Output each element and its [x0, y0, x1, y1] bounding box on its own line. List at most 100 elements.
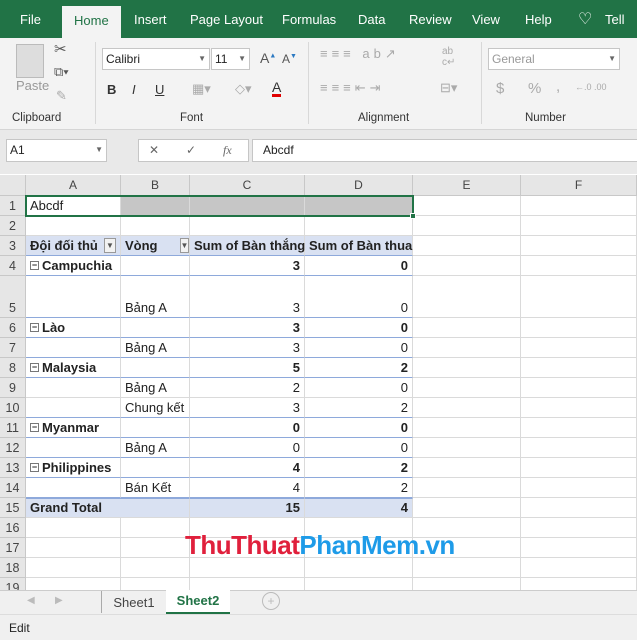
pivot-goals-for-cell[interactable]: 4	[190, 458, 305, 478]
cell[interactable]	[521, 378, 637, 398]
tab-review[interactable]: Review	[409, 0, 452, 38]
grand-total-goals-for[interactable]: 15	[190, 498, 305, 518]
pivot-round-cell[interactable]: Bảng A	[121, 438, 190, 458]
font-name-select[interactable]: Calibri ▼	[102, 48, 210, 70]
cell[interactable]	[521, 216, 637, 236]
tab-home[interactable]: Home	[62, 6, 121, 38]
collapse-icon[interactable]: −	[30, 323, 39, 332]
cell[interactable]	[521, 418, 637, 438]
cell[interactable]	[305, 216, 413, 236]
pivot-round-cell[interactable]: Bảng A	[121, 276, 190, 318]
vertical-align-icons[interactable]: ≡≡≡ ab↗	[320, 46, 400, 62]
pivot-team-cell[interactable]: − Lào	[26, 318, 121, 338]
cell[interactable]	[121, 538, 190, 558]
cell[interactable]	[305, 196, 413, 216]
borders-icon[interactable]: ▦▾	[192, 81, 211, 97]
cell[interactable]	[521, 236, 637, 256]
cell[interactable]	[413, 216, 521, 236]
currency-button[interactable]: $	[496, 80, 504, 97]
cell[interactable]	[521, 538, 637, 558]
pivot-cell[interactable]	[26, 478, 121, 498]
pivot-team-cell[interactable]: − Myanmar	[26, 418, 121, 438]
cell[interactable]	[413, 478, 521, 498]
cell[interactable]	[305, 558, 413, 578]
cell[interactable]	[121, 196, 190, 216]
increase-font-icon[interactable]: A▲	[260, 50, 276, 66]
wrap-text-icon[interactable]: ab c↵	[442, 46, 455, 68]
pivot-goals-for-cell[interactable]: 5	[190, 358, 305, 378]
cut-icon[interactable]: ✂	[54, 40, 67, 58]
format-painter-icon[interactable]: ✎	[56, 88, 67, 104]
cell[interactable]	[413, 458, 521, 478]
decrease-font-icon[interactable]: A▼	[282, 52, 297, 66]
row-header-1[interactable]: 1	[0, 196, 26, 216]
row-header-7[interactable]: 7	[0, 338, 26, 358]
cell[interactable]	[190, 196, 305, 216]
cell[interactable]	[413, 236, 521, 256]
fill-handle[interactable]	[410, 213, 416, 219]
fill-color-icon[interactable]: ◇▾	[235, 81, 252, 97]
tab-view[interactable]: View	[472, 0, 500, 38]
cell[interactable]	[413, 338, 521, 358]
cell[interactable]	[413, 276, 521, 318]
pivot-goals-for-cell[interactable]: 3	[190, 276, 305, 318]
add-sheet-icon[interactable]: +	[262, 592, 280, 610]
cell[interactable]	[521, 518, 637, 538]
row-header-9[interactable]: 9	[0, 378, 26, 398]
row-header-10[interactable]: 10	[0, 398, 26, 418]
pivot-goals-against-cell[interactable]: 0	[305, 318, 413, 338]
cell-a1[interactable]: Abcdf	[26, 196, 121, 216]
cell[interactable]	[190, 578, 305, 590]
pivot-goals-against-cell[interactable]: 0	[305, 438, 413, 458]
row-header-19[interactable]: 19	[0, 578, 26, 590]
cell[interactable]	[190, 558, 305, 578]
row-header-12[interactable]: 12	[0, 438, 26, 458]
cell[interactable]	[521, 196, 637, 216]
cell[interactable]	[413, 498, 521, 518]
pivot-round-cell[interactable]	[121, 256, 190, 276]
worksheet-grid[interactable]: A B C D E F 1 2 3 4 5 6 7 8 9 10 11 12 13 14 15 16 17 18 19 Abcdf…	[0, 175, 637, 590]
row-header-17[interactable]: 17	[0, 538, 26, 558]
pivot-goals-against-cell[interactable]: 2	[305, 478, 413, 498]
row-header-14[interactable]: 14	[0, 478, 26, 498]
pivot-cell[interactable]	[26, 398, 121, 418]
cell[interactable]	[121, 518, 190, 538]
pivot-goals-for-cell[interactable]: 3	[190, 256, 305, 276]
row-header-18[interactable]: 18	[0, 558, 26, 578]
sheet-tab-sheet2[interactable]: Sheet2	[166, 590, 230, 614]
row-header-8[interactable]: 8	[0, 358, 26, 378]
pivot-goals-against-cell[interactable]: 0	[305, 338, 413, 358]
row-header-4[interactable]: 4	[0, 256, 26, 276]
tell-me-search[interactable]: Tell m	[605, 0, 637, 67]
pivot-goals-against-cell[interactable]: 0	[305, 256, 413, 276]
cell[interactable]	[413, 438, 521, 458]
column-header-f[interactable]: F	[521, 175, 637, 196]
filter-dropdown-icon[interactable]: ▼	[103, 238, 116, 253]
cell[interactable]	[190, 216, 305, 236]
pivot-header-2[interactable]: Sum of Bàn thắng	[190, 236, 305, 256]
pivot-header-1[interactable]: Vòng ▼	[121, 236, 190, 256]
pivot-cell[interactable]	[26, 276, 121, 318]
collapse-icon[interactable]: −	[30, 463, 39, 472]
font-size-select[interactable]: 11 ▼	[211, 48, 250, 70]
pivot-round-cell[interactable]	[121, 318, 190, 338]
column-header-a[interactable]: A	[26, 175, 121, 196]
pivot-goals-against-cell[interactable]: 2	[305, 358, 413, 378]
cell[interactable]	[413, 578, 521, 590]
cell[interactable]	[521, 256, 637, 276]
formula-input[interactable]: Abcdf	[252, 139, 637, 162]
row-header-15[interactable]: 15	[0, 498, 26, 518]
pivot-round-cell[interactable]	[121, 458, 190, 478]
column-header-d[interactable]: D	[305, 175, 413, 196]
tab-help[interactable]: Help	[525, 0, 552, 38]
tab-formulas[interactable]: Formulas	[282, 0, 336, 38]
cell[interactable]	[521, 578, 637, 590]
select-all-corner[interactable]	[0, 175, 26, 196]
row-header-11[interactable]: 11	[0, 418, 26, 438]
cell[interactable]	[26, 538, 121, 558]
percent-button[interactable]: %	[528, 80, 541, 97]
cell[interactable]	[121, 216, 190, 236]
italic-button[interactable]: I	[132, 82, 136, 97]
column-header-c[interactable]: C	[190, 175, 305, 196]
cell[interactable]	[121, 558, 190, 578]
